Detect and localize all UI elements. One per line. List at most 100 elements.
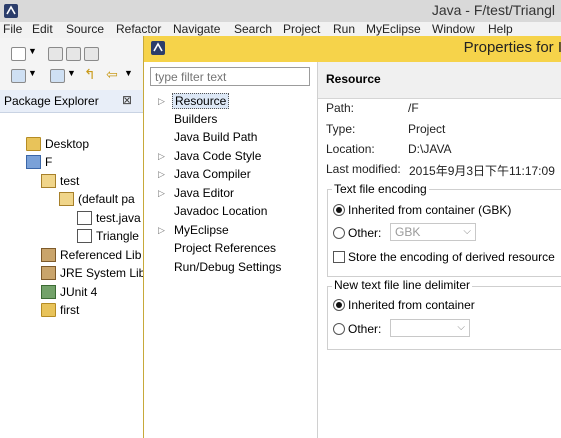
menu-file[interactable]: File bbox=[3, 22, 22, 36]
save-icon[interactable] bbox=[48, 47, 63, 61]
menu-myeclipse[interactable]: MyEclipse bbox=[366, 22, 421, 36]
nav-item-resource[interactable]: ▷ Resource bbox=[158, 92, 230, 110]
nav-item-javadoc-location[interactable]: Javadoc Location bbox=[158, 202, 269, 220]
delimiter-other-option[interactable]: Other: bbox=[333, 322, 381, 336]
tree-item-label: Triangle bbox=[96, 229, 139, 243]
type-label: Type: bbox=[326, 122, 356, 136]
menu-search[interactable]: Search bbox=[234, 22, 272, 36]
annotation-dropdown-icon[interactable]: ▼ bbox=[67, 68, 76, 78]
tree-item-label: JUnit 4 bbox=[60, 285, 98, 299]
nav-item-label: Resource bbox=[172, 93, 230, 109]
encoding-other-label: Other: bbox=[348, 226, 382, 240]
tree-item-label: Referenced Lib bbox=[60, 248, 142, 262]
expand-arrow-icon[interactable]: ▷ bbox=[158, 225, 172, 236]
dialog-title-bar[interactable]: Properties for I bbox=[144, 36, 561, 62]
store-encoding-option[interactable]: Store the encoding of derived resource bbox=[333, 250, 555, 264]
tree-item-test-java[interactable]: test.java bbox=[77, 209, 141, 227]
delimiter-group bbox=[327, 286, 561, 350]
close-view-icon[interactable]: ⊠ bbox=[122, 93, 132, 107]
nav-item-builders[interactable]: Builders bbox=[158, 110, 219, 128]
myeclipse-logo-icon bbox=[151, 41, 165, 55]
expand-arrow-icon[interactable]: ▷ bbox=[158, 151, 172, 162]
delimiter-inherited-option[interactable]: Inherited from container bbox=[333, 298, 475, 312]
last-modified-value: 2015年9月3日下午11:17:09 bbox=[409, 164, 555, 178]
last-edit-icon[interactable]: ↰ bbox=[84, 66, 96, 83]
store-encoding-label: Store the encoding of derived resource bbox=[348, 250, 555, 264]
expand-arrow-icon[interactable]: ▷ bbox=[158, 96, 172, 107]
eclipse-logo-icon bbox=[4, 4, 18, 18]
menu-help[interactable]: Help bbox=[488, 22, 513, 36]
print-icon[interactable] bbox=[84, 47, 99, 61]
tree-item-default-package[interactable]: (default pa bbox=[59, 190, 135, 208]
path-value: /F bbox=[408, 101, 419, 115]
tree-item-triangle[interactable]: Triangle bbox=[77, 227, 139, 245]
type-value: Project bbox=[408, 122, 446, 136]
tree-item-project-f[interactable]: F bbox=[26, 153, 52, 171]
pane-divider[interactable] bbox=[317, 62, 318, 438]
tree-item-label: first bbox=[60, 303, 80, 317]
menu-window[interactable]: Window bbox=[432, 22, 475, 36]
encoding-other-option[interactable]: Other: bbox=[333, 226, 381, 240]
source-folder-icon bbox=[41, 174, 56, 188]
back-dropdown-icon[interactable]: ▼ bbox=[124, 68, 133, 78]
delimiter-inherited-label: Inherited from container bbox=[348, 298, 475, 312]
tree-item-referenced-libraries[interactable]: Referenced Lib bbox=[41, 246, 141, 264]
nav-item-java-compiler[interactable]: ▷ Java Compiler bbox=[158, 165, 253, 183]
nav-item-run-debug-settings[interactable]: Run/Debug Settings bbox=[158, 258, 283, 276]
nav-item-java-editor[interactable]: ▷ Java Editor bbox=[158, 184, 236, 202]
expand-arrow-icon[interactable]: ▷ bbox=[158, 169, 172, 180]
nav-item-label: Project References bbox=[174, 241, 277, 255]
tree-item-jre-system-library[interactable]: JRE System Lib bbox=[41, 264, 145, 282]
radio-button[interactable] bbox=[333, 323, 345, 335]
encoding-group-title: Text file encoding bbox=[332, 182, 429, 196]
back-icon[interactable]: ⇦ bbox=[106, 66, 118, 83]
open-type-dropdown-icon[interactable]: ▼ bbox=[28, 68, 37, 78]
radio-button[interactable] bbox=[333, 299, 345, 311]
package-explorer-title: Package Explorer bbox=[4, 94, 99, 108]
nav-item-myeclipse[interactable]: ▷ MyEclipse bbox=[158, 221, 231, 239]
eclipse-title-bar: Java - F/test/Triangl bbox=[0, 0, 561, 22]
delimiter-other-label: Other: bbox=[348, 322, 382, 336]
package-explorer-tab[interactable]: Package Explorer ⊠ bbox=[0, 90, 145, 113]
properties-dialog: Properties for I ▷ Resource Builders Jav… bbox=[143, 36, 561, 438]
encoding-select-value: GBK bbox=[395, 225, 421, 239]
window-title: Java - F/test/Triangl bbox=[431, 2, 555, 18]
expand-arrow-icon[interactable]: ▷ bbox=[158, 188, 172, 199]
encoding-inherited-label: Inherited from container (GBK) bbox=[348, 203, 512, 217]
nav-item-label: Java Editor bbox=[174, 186, 235, 200]
filter-input[interactable] bbox=[150, 67, 310, 86]
nav-item-java-code-style[interactable]: ▷ Java Code Style bbox=[158, 147, 263, 165]
dialog-title: Properties for I bbox=[463, 39, 561, 56]
tree-item-test[interactable]: test bbox=[41, 172, 79, 190]
tree-item-first[interactable]: first bbox=[41, 301, 79, 319]
menu-project[interactable]: Project bbox=[283, 22, 320, 36]
delimiter-select[interactable]: ⌵ bbox=[390, 319, 470, 337]
nav-item-java-build-path[interactable]: Java Build Path bbox=[158, 128, 259, 146]
nav-item-label: Java Compiler bbox=[174, 167, 251, 181]
encoding-inherited-option[interactable]: Inherited from container (GBK) bbox=[333, 203, 511, 217]
tree-item-junit4[interactable]: JUnit 4 bbox=[41, 283, 97, 301]
page-title: Resource bbox=[326, 72, 381, 86]
radio-button[interactable] bbox=[333, 227, 345, 239]
nav-item-project-references[interactable]: Project References bbox=[158, 239, 278, 257]
menu-run[interactable]: Run bbox=[333, 22, 355, 36]
menu-source[interactable]: Source bbox=[66, 22, 104, 36]
location-value: D:\JAVA bbox=[408, 142, 452, 156]
menu-navigate[interactable]: Navigate bbox=[173, 22, 220, 36]
nav-item-label: Builders bbox=[174, 112, 218, 126]
tree-item-desktop[interactable]: Desktop bbox=[26, 135, 89, 153]
save-all-icon[interactable] bbox=[66, 47, 81, 61]
new-icon[interactable] bbox=[11, 47, 26, 61]
new-dropdown-icon[interactable]: ▼ bbox=[28, 46, 37, 56]
checkbox[interactable] bbox=[333, 251, 345, 263]
next-annotation-icon[interactable] bbox=[50, 69, 65, 83]
radio-button[interactable] bbox=[333, 204, 345, 216]
open-type-icon[interactable] bbox=[11, 69, 26, 83]
package-icon bbox=[59, 192, 74, 206]
encoding-select[interactable]: GBK ⌵ bbox=[390, 223, 476, 241]
menu-refactor[interactable]: Refactor bbox=[116, 22, 161, 36]
library-icon bbox=[41, 248, 56, 262]
menu-edit[interactable]: Edit bbox=[32, 22, 53, 36]
library-icon bbox=[41, 266, 56, 280]
delimiter-group-title: New text file line delimiter bbox=[332, 278, 473, 292]
